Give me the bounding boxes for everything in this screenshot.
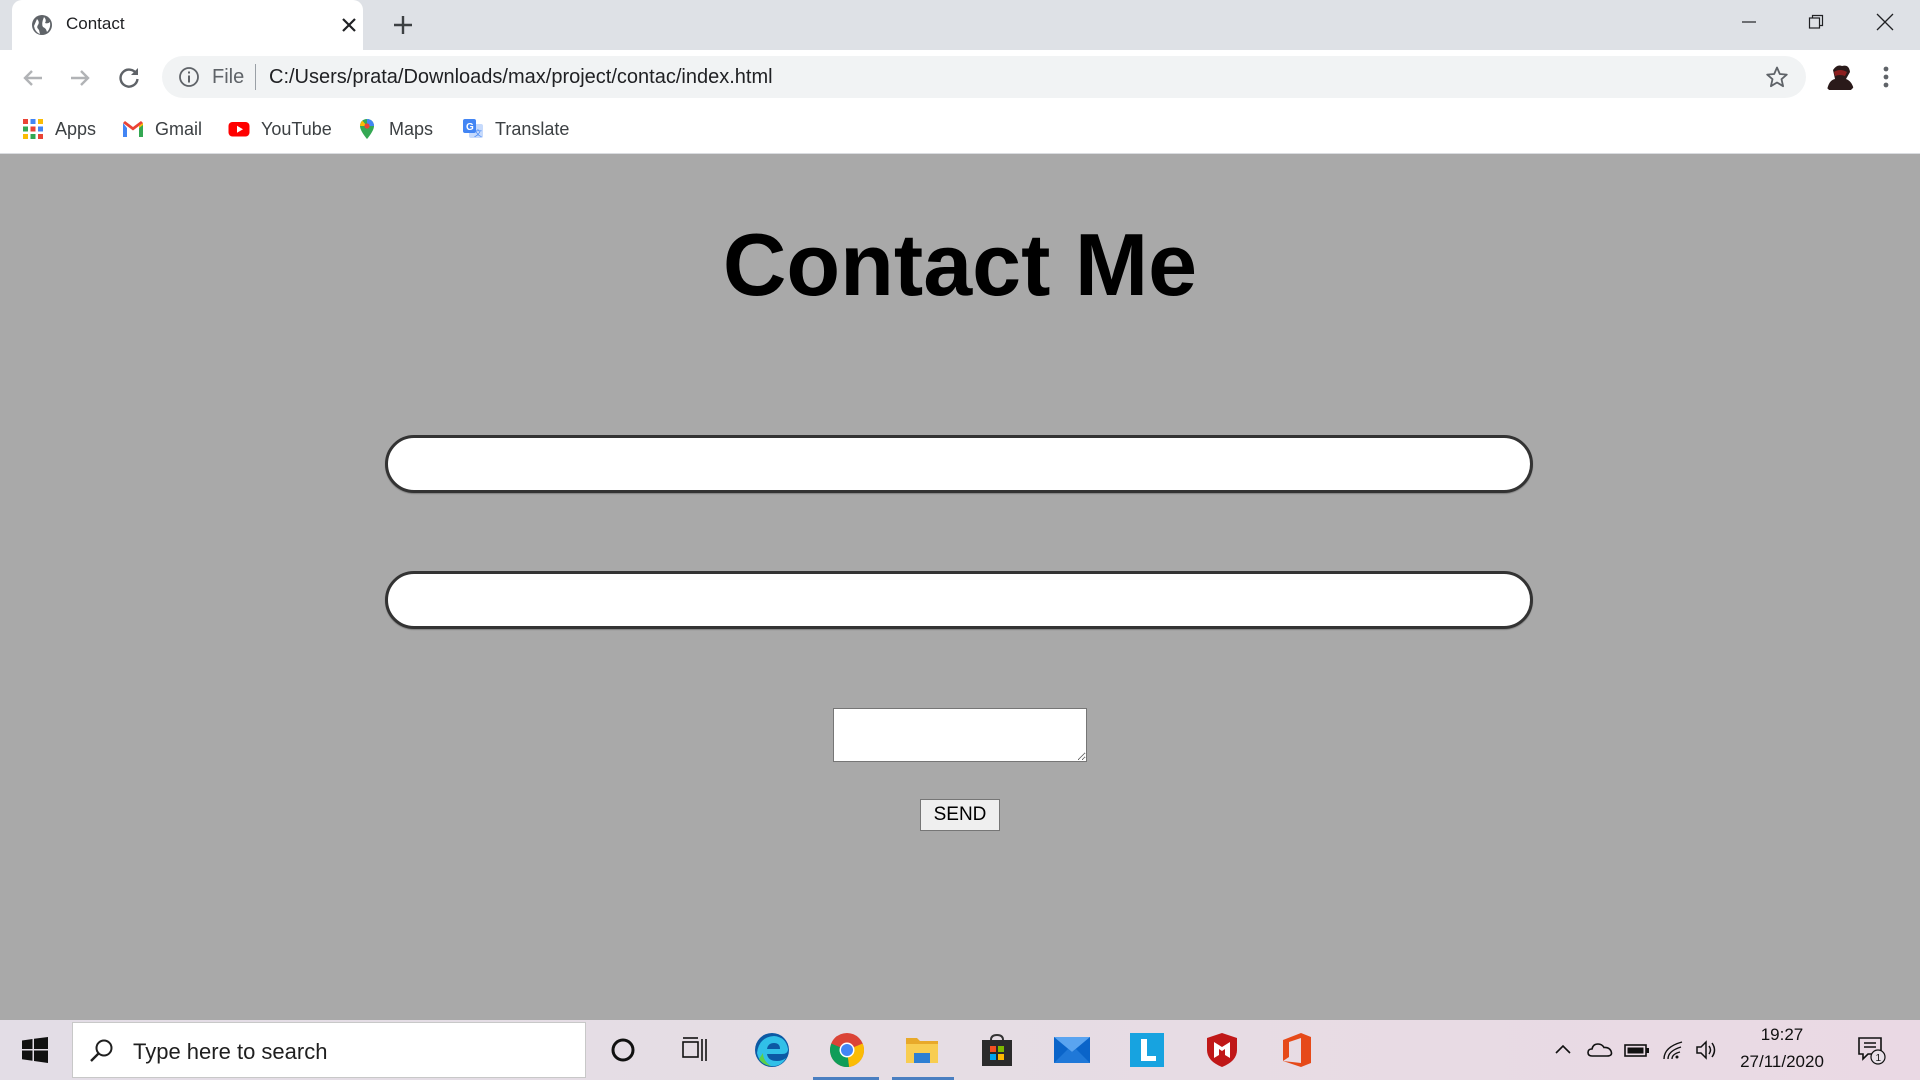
- address-bar[interactable]: File C:/Users/prata/Downloads/max/projec…: [162, 56, 1806, 98]
- back-arrow-icon[interactable]: [19, 64, 47, 92]
- info-icon[interactable]: [178, 66, 200, 88]
- bookmark-translate[interactable]: G 文 Translate: [462, 116, 569, 142]
- profile-avatar-icon: [1823, 60, 1857, 94]
- minimize-window-button[interactable]: [1714, 0, 1784, 44]
- minimize-icon: [1742, 21, 1756, 23]
- apps-grid-icon: [23, 119, 43, 139]
- tab-title: Contact: [66, 14, 125, 33]
- search-placeholder: Type here to search: [133, 1039, 328, 1064]
- office-icon: [1283, 1033, 1311, 1067]
- l-app-button[interactable]: [1127, 1030, 1167, 1070]
- task-view-button[interactable]: [675, 1030, 715, 1070]
- bookmark-star-icon[interactable]: [1765, 65, 1789, 89]
- profile-avatar[interactable]: [1823, 60, 1857, 94]
- notification-count: 1: [1876, 1053, 1882, 1064]
- volume-icon[interactable]: [1695, 1038, 1719, 1062]
- message-textarea[interactable]: [833, 708, 1087, 762]
- clock-date[interactable]: 27/11/2020: [1728, 1052, 1836, 1072]
- file-explorer-icon: [906, 1038, 938, 1063]
- action-center-icon[interactable]: 1: [1856, 1035, 1886, 1065]
- close-icon: [1876, 13, 1894, 31]
- edge-button[interactable]: [752, 1030, 792, 1070]
- browser-toolbar: File C:/Users/prata/Downloads/max/projec…: [0, 50, 1920, 105]
- onedrive-icon[interactable]: [1587, 1038, 1613, 1062]
- page-title: Contact Me: [722, 215, 1198, 314]
- clock-time[interactable]: 19:27: [1735, 1025, 1829, 1045]
- bookmark-label: Translate: [495, 118, 570, 139]
- bookmark-apps[interactable]: Apps: [22, 116, 96, 142]
- bookmark-label: Maps: [389, 118, 434, 139]
- battery-icon[interactable]: [1624, 1038, 1650, 1062]
- show-hidden-icons-icon[interactable]: [1551, 1038, 1575, 1062]
- more-menu-icon[interactable]: [1874, 63, 1898, 91]
- omnibox-separator: [255, 64, 256, 90]
- gmail-icon: [123, 121, 143, 137]
- bookmark-label: YouTube: [261, 118, 332, 139]
- cortana-button[interactable]: [603, 1030, 643, 1070]
- bookmark-youtube[interactable]: YouTube: [228, 116, 332, 142]
- microsoft-store-button[interactable]: [977, 1030, 1017, 1070]
- url-text[interactable]: C:/Users/prata/Downloads/max/project/con…: [269, 66, 773, 89]
- browser-tab-contact[interactable]: Contact: [12, 0, 363, 50]
- search-icon: [90, 1039, 113, 1062]
- reload-icon[interactable]: [115, 64, 143, 92]
- svg-text:文: 文: [474, 128, 482, 138]
- browser-tab-strip: Contact: [0, 0, 1920, 50]
- l-app-icon: [1130, 1033, 1164, 1067]
- mail-button[interactable]: [1052, 1030, 1092, 1070]
- windows-logo-icon: [22, 1037, 48, 1063]
- bookmark-maps[interactable]: Maps: [356, 116, 433, 142]
- forward-arrow-icon[interactable]: [66, 64, 94, 92]
- mail-icon: [1054, 1037, 1090, 1063]
- wifi-icon[interactable]: [1661, 1038, 1685, 1062]
- cortana-icon: [611, 1038, 635, 1062]
- scheme-label: File: [212, 66, 245, 88]
- name-input[interactable]: [385, 435, 1533, 493]
- send-button[interactable]: SEND: [920, 799, 1000, 831]
- close-tab-icon[interactable]: [338, 14, 360, 36]
- bookmark-gmail[interactable]: Gmail: [122, 116, 202, 142]
- email-input[interactable]: [385, 571, 1533, 629]
- svg-text:G: G: [466, 122, 474, 133]
- start-button[interactable]: [0, 1020, 70, 1080]
- page-viewport: Contact Me SEND: [0, 154, 1920, 1020]
- taskbar-search-box[interactable]: Type here to search: [72, 1022, 586, 1078]
- new-tab-icon[interactable]: [391, 13, 415, 37]
- globe-icon: [32, 15, 52, 35]
- chrome-icon: [830, 1033, 864, 1068]
- maps-pin-icon: [360, 119, 374, 139]
- file-explorer-button[interactable]: [902, 1030, 942, 1070]
- task-view-icon: [682, 1037, 707, 1061]
- translate-icon: G 文: [463, 119, 483, 138]
- bookmarks-bar: Apps Gmail YouTube Maps G 文 Translate: [0, 105, 1920, 154]
- mcafee-icon: [1207, 1033, 1237, 1067]
- restore-icon: [1808, 14, 1824, 29]
- edge-icon: [755, 1033, 789, 1067]
- chrome-button[interactable]: [827, 1030, 867, 1070]
- restore-window-button[interactable]: [1781, 0, 1851, 44]
- youtube-icon: [228, 122, 250, 137]
- microsoft-store-icon: [982, 1033, 1012, 1066]
- bookmark-label: Gmail: [155, 118, 203, 139]
- windows-taskbar: Type here to search 19:27 27/11/2020 1: [0, 1020, 1920, 1080]
- bookmark-label: Apps: [55, 118, 97, 139]
- close-window-button[interactable]: [1850, 0, 1920, 44]
- office-button[interactable]: [1277, 1030, 1317, 1070]
- mcafee-button[interactable]: [1202, 1030, 1242, 1070]
